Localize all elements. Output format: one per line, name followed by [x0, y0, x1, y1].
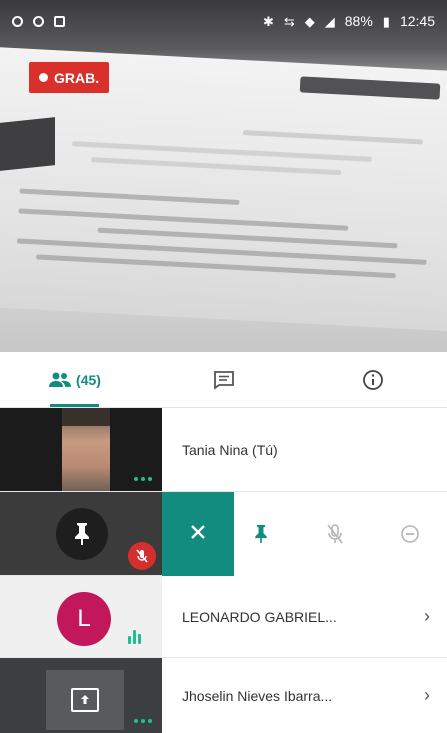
- close-icon: [189, 523, 207, 546]
- more-options-icon[interactable]: [134, 719, 152, 723]
- speaking-indicator-icon: [128, 630, 141, 644]
- participant-name: Tania Nina (Tú): [182, 441, 278, 458]
- remove-participant-button[interactable]: [390, 514, 430, 554]
- participant-video-thumbnail: [0, 408, 162, 491]
- pin-button[interactable]: [241, 514, 281, 554]
- mic-off-icon: [327, 524, 344, 544]
- gallery-icon: [54, 15, 65, 27]
- people-icon: [48, 372, 72, 388]
- participant-name: LEONARDO GABRIEL...: [182, 608, 337, 625]
- pin-icon: [255, 525, 267, 543]
- avatar: L: [57, 592, 111, 646]
- location-icon: [33, 15, 44, 27]
- bluetooth-icon: ✱: [262, 13, 274, 29]
- wifi-icon: ◆: [304, 13, 315, 29]
- clock: 12:45: [399, 13, 435, 29]
- notification-icon: [12, 15, 23, 27]
- tab-chat[interactable]: [149, 352, 298, 407]
- status-bar: ✱ ⇆ ◆ ◢ 88% ▮ 12:45: [0, 0, 447, 42]
- signal-icon: ◢: [324, 13, 335, 29]
- participant-face: [62, 408, 110, 491]
- screen-share-icon: [71, 688, 99, 712]
- row-actions: [162, 492, 447, 576]
- tab-participants[interactable]: (45): [0, 352, 149, 407]
- participant-name: Jhoselin Nieves Ibarra...: [182, 687, 333, 704]
- recording-dot-icon: [39, 73, 48, 82]
- tab-info[interactable]: [298, 352, 447, 407]
- info-icon: [362, 369, 384, 391]
- more-options-icon[interactable]: [134, 477, 152, 481]
- mic-off-icon: [128, 542, 156, 570]
- chat-icon: [213, 370, 235, 390]
- mute-button[interactable]: [315, 514, 355, 554]
- close-actions-button[interactable]: [162, 492, 234, 576]
- pin-icon: [56, 508, 108, 560]
- participant-row[interactable]: Jhoselin Nieves Ibarra... ›: [0, 658, 447, 733]
- participants-count: (45): [76, 371, 101, 388]
- screen-share-tile: [46, 670, 124, 730]
- remove-icon: [401, 525, 419, 543]
- battery-level: 88%: [344, 13, 373, 29]
- battery-icon: ▮: [382, 13, 390, 29]
- participant-video-thumbnail: [0, 492, 162, 575]
- action-panel: [224, 492, 447, 576]
- meeting-screen: ✱ ⇆ ◆ ◢ 88% ▮ 12:45 GRAB. (45) Tania Nin…: [0, 0, 447, 733]
- camera-video-feed[interactable]: ✱ ⇆ ◆ ◢ 88% ▮ 12:45 GRAB.: [0, 0, 447, 352]
- recording-label: GRAB.: [54, 69, 100, 86]
- participant-row[interactable]: [0, 492, 447, 576]
- participant-avatar-tile: L: [0, 576, 162, 657]
- participant-row[interactable]: Tania Nina (Tú): [0, 408, 447, 492]
- participant-row[interactable]: L LEONARDO GABRIEL... ›: [0, 576, 447, 658]
- chevron-right-icon[interactable]: ›: [407, 606, 447, 627]
- recording-badge: GRAB.: [29, 62, 110, 93]
- tab-bar: (45): [0, 352, 447, 408]
- vibrate-icon: ⇆: [283, 13, 295, 29]
- chevron-right-icon[interactable]: ›: [407, 685, 447, 706]
- dark-object: [0, 117, 55, 171]
- participant-video-thumbnail: [0, 658, 162, 733]
